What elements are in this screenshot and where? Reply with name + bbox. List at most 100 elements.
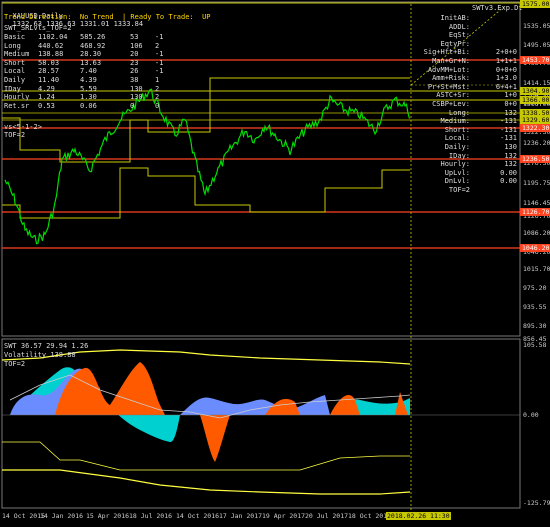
- levels-row-c: 130: [130, 84, 143, 93]
- right-panel-label: InitAB:: [440, 14, 470, 22]
- swt-label: SWTv3.Exp.Dt: [472, 4, 523, 12]
- right-panel-value: 1+1+1: [495, 57, 517, 65]
- levels-row-name: Basic: [4, 33, 26, 41]
- levels-row-a: 4.29: [38, 84, 55, 93]
- price-tag: 1453.70: [520, 56, 550, 64]
- right-panel-label: Amm+Risk:: [432, 74, 470, 83]
- price-axis-label: 1195.75: [523, 179, 550, 187]
- levels-row-d: 0: [155, 101, 160, 110]
- levels-row-c: 106: [130, 41, 143, 50]
- right-panel-label: Short:: [444, 125, 470, 134]
- levels-row-name: Daily: [4, 76, 26, 84]
- levels-row-d: 2: [155, 84, 160, 93]
- right-panel-value: -131: [500, 125, 517, 134]
- levels-row-b: 7.40: [80, 67, 97, 76]
- price-tag: 1366.00: [520, 96, 550, 104]
- price-tag: 1329.60: [520, 116, 550, 124]
- levels-row-a: 138.88: [38, 50, 64, 59]
- time-axis-label: 14 Oct 2015: [2, 512, 46, 520]
- right-panel-value: 1+3.0: [495, 74, 517, 83]
- right-panel-label: UpLvl:: [444, 168, 470, 177]
- right-panel-label: Daily:: [444, 143, 470, 151]
- right-panel-value: 0+0+0: [495, 65, 517, 74]
- levels-row-name: Long: [4, 41, 21, 50]
- levels-row-c: 23: [130, 58, 139, 67]
- levels-row-d: -1: [155, 50, 164, 59]
- levels-row-b: 1.30: [80, 93, 97, 102]
- right-panel-label: Long:: [448, 108, 470, 117]
- right-panel-value: 132: [504, 160, 517, 169]
- price-axis-label: 1086.20: [523, 229, 550, 237]
- levels-row-c: 26: [130, 67, 139, 76]
- levels-row-a: 28.57: [38, 67, 60, 76]
- vs-label: vs<5-1-2>: [4, 123, 42, 131]
- levels-row-c: 20: [130, 50, 139, 59]
- right-panel-label: CSBP+Lev:: [432, 100, 470, 108]
- time-axis-label: 14 Jan 2016: [40, 512, 84, 520]
- right-panel-label: Local:: [444, 134, 470, 143]
- right-panel-value: 6+4+1: [495, 82, 517, 91]
- right-panel-value: 132: [504, 108, 517, 117]
- time-axis-label: 17 Jan 2017: [219, 512, 263, 520]
- price-axis-label: 975.20: [523, 284, 547, 292]
- levels-row-c: 38: [130, 76, 139, 84]
- right-panel-value: 0+0: [504, 100, 517, 108]
- price-axis-label: 1495.05: [523, 41, 550, 49]
- levels-row-c: 130: [130, 93, 143, 102]
- subwindow-axis-bottom: -125.79: [523, 499, 550, 507]
- price-series: [4, 88, 411, 245]
- right-panel-value: 132: [504, 151, 517, 160]
- right-panel-label: Pr+St+Mst:: [427, 82, 470, 91]
- subwindow-tof: TOF=2: [4, 360, 26, 368]
- right-panel-label: Man+Gr+N:: [432, 57, 470, 65]
- price-axis-label: 935.55: [523, 303, 547, 311]
- subwindow-volatility: Volatility 138.88: [4, 351, 76, 359]
- levels-row-a: 1.24: [38, 93, 55, 102]
- subwindow-axis-zero: 0.00: [523, 411, 539, 419]
- right-panel-value: 1+0: [504, 91, 517, 100]
- tof-label: TOF=2: [4, 131, 26, 139]
- right-panel-value: -131: [500, 134, 517, 143]
- price-axis-label: 1535.05: [523, 22, 550, 30]
- right-panel-label: DnLvl:: [444, 177, 470, 186]
- levels-row-b: 28.30: [80, 50, 102, 59]
- levels-row-b: 0.06: [80, 101, 97, 110]
- levels-row-name: IDay: [4, 84, 21, 93]
- levels-row-b: 468.92: [80, 41, 106, 50]
- levels-row-d: 2: [155, 41, 160, 50]
- levels-row-a: 11.40: [38, 76, 60, 84]
- price-axis-label: 895.30: [523, 322, 547, 330]
- right-panel-value: 0.00: [500, 168, 517, 177]
- levels-row-c: 0: [130, 101, 135, 110]
- levels-row-a: 58.03: [38, 58, 60, 67]
- price-tag: 1322.30: [520, 124, 550, 132]
- right-panel-label: IDay:: [448, 151, 470, 160]
- trend-direction: Trend Direction: No Trend | Ready To Tra…: [4, 13, 211, 21]
- right-panel-label: EqSt:: [448, 31, 470, 40]
- right-panel-label: ASTC+Sr:: [436, 91, 470, 100]
- levels-row-d: -1: [155, 67, 164, 76]
- sub-pane-border: [1, 338, 521, 509]
- time-axis-label: 19 Apr 2017: [262, 512, 306, 520]
- right-panel-label: Medium:: [440, 117, 470, 126]
- levels-row-name: Local: [4, 67, 26, 76]
- levels-row-d: -1: [155, 58, 164, 67]
- price-axis-label: 1414.15: [523, 79, 550, 87]
- time-axis-label: 18 Jul 2016: [129, 512, 173, 520]
- right-panel-label: AdvMM+Lot:: [427, 65, 470, 74]
- price-axis-label: 1236.20: [523, 139, 550, 147]
- levels-row-b: 13.63: [80, 58, 102, 67]
- right-panel-label: ADDL:: [448, 22, 470, 31]
- levels-row-d: 1: [155, 76, 160, 84]
- subwindow-title: SWT 36.57 29.94 1.26: [4, 342, 89, 350]
- time-axis-label: 14 Oct 2016: [176, 512, 220, 520]
- levels-row-name: Medium: [4, 50, 30, 59]
- levels-row-a: 1102.04: [38, 33, 68, 41]
- price-axis-label: 1015.70: [523, 265, 550, 273]
- price-tag: 1046.20: [520, 244, 550, 252]
- time-axis-label: 20 Jul 2017: [305, 512, 349, 520]
- right-panel-value: 2+0+0: [495, 48, 517, 57]
- chart-window[interactable]: XAUUSD,Daily 1332.63 1336.63 1331.01 133…: [0, 0, 550, 523]
- step-line-lower: [2, 167, 410, 219]
- time-cursor-label[interactable]: 2018.02.26 11:30: [386, 512, 451, 520]
